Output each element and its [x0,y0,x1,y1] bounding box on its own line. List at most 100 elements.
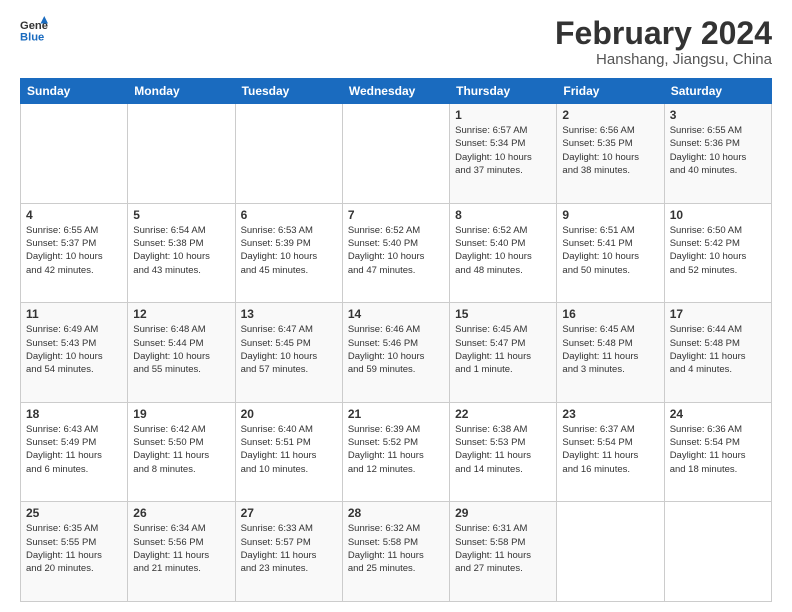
day-number: 15 [455,307,551,321]
calendar-cell: 9 Sunrise: 6:51 AMSunset: 5:41 PMDaylight… [557,203,664,303]
day-number: 7 [348,208,444,222]
day-info: Sunrise: 6:54 AMSunset: 5:38 PMDaylight:… [133,224,229,277]
calendar-cell: 24Sunrise: 6:36 AMSunset: 5:54 PMDayligh… [664,402,771,502]
day-info: Sunrise: 6:42 AMSunset: 5:50 PMDaylight:… [133,423,229,476]
col-saturday: Saturday [664,79,771,104]
calendar-cell: 10 Sunrise: 6:50 AMSunset: 5:42 PMDayligh… [664,203,771,303]
day-info: Sunrise: 6:31 AMSunset: 5:58 PMDaylight:… [455,522,551,575]
col-thursday: Thursday [450,79,557,104]
calendar-cell: 29 Sunrise: 6:31 AMSunset: 5:58 PMDayligh… [450,502,557,602]
day-info: Sunrise: 6:43 AMSunset: 5:49 PMDaylight:… [26,423,122,476]
day-info: Sunrise: 6:44 AMSunset: 5:48 PMDaylight:… [670,323,766,376]
day-info: Sunrise: 6:32 AMSunset: 5:58 PMDaylight:… [348,522,444,575]
day-number: 25 [26,506,122,520]
calendar-cell: 27 Sunrise: 6:33 AMSunset: 5:57 PMDayligh… [235,502,342,602]
calendar-cell: 11Sunrise: 6:49 AMSunset: 5:43 PMDayligh… [21,303,128,403]
day-info: Sunrise: 6:55 AMSunset: 5:37 PMDaylight:… [26,224,122,277]
month-title: February 2024 [555,16,772,51]
col-monday: Monday [128,79,235,104]
day-number: 18 [26,407,122,421]
calendar-cell: 16Sunrise: 6:45 AMSunset: 5:48 PMDayligh… [557,303,664,403]
day-number: 2 [562,108,658,122]
calendar-cell: 20 Sunrise: 6:40 AMSunset: 5:51 PMDayligh… [235,402,342,502]
day-number: 14 [348,307,444,321]
calendar-cell: 4 Sunrise: 6:55 AMSunset: 5:37 PMDaylight… [21,203,128,303]
day-number: 28 [348,506,444,520]
day-number: 19 [133,407,229,421]
day-number: 9 [562,208,658,222]
calendar-week-3: 18 Sunrise: 6:43 AMSunset: 5:49 PMDayligh… [21,402,772,502]
day-info: Sunrise: 6:55 AMSunset: 5:36 PMDaylight:… [670,124,766,177]
col-sunday: Sunday [21,79,128,104]
calendar-cell: 26 Sunrise: 6:34 AMSunset: 5:56 PMDayligh… [128,502,235,602]
day-number: 23 [562,407,658,421]
day-number: 26 [133,506,229,520]
day-info: Sunrise: 6:40 AMSunset: 5:51 PMDaylight:… [241,423,337,476]
calendar-table: Sunday Monday Tuesday Wednesday Thursday… [20,78,772,602]
calendar-cell: 13 Sunrise: 6:47 AMSunset: 5:45 PMDayligh… [235,303,342,403]
calendar-cell [664,502,771,602]
calendar-cell: 17 Sunrise: 6:44 AMSunset: 5:48 PMDayligh… [664,303,771,403]
day-number: 12 [133,307,229,321]
day-number: 21 [348,407,444,421]
calendar-cell: 23 Sunrise: 6:37 AMSunset: 5:54 PMDayligh… [557,402,664,502]
calendar-cell: 28 Sunrise: 6:32 AMSunset: 5:58 PMDayligh… [342,502,449,602]
logo-icon: General Blue [20,16,48,44]
calendar-cell: 15 Sunrise: 6:45 AMSunset: 5:47 PMDayligh… [450,303,557,403]
calendar-cell: 2 Sunrise: 6:56 AMSunset: 5:35 PMDaylight… [557,104,664,204]
logo: General Blue [20,16,48,44]
calendar-cell: 5 Sunrise: 6:54 AMSunset: 5:38 PMDaylight… [128,203,235,303]
day-number: 8 [455,208,551,222]
title-section: February 2024 Hanshang, Jiangsu, China [555,16,772,68]
day-info: Sunrise: 6:37 AMSunset: 5:54 PMDaylight:… [562,423,658,476]
calendar-header-row: Sunday Monday Tuesday Wednesday Thursday… [21,79,772,104]
day-info: Sunrise: 6:52 AMSunset: 5:40 PMDaylight:… [348,224,444,277]
day-number: 22 [455,407,551,421]
day-number: 4 [26,208,122,222]
day-number: 5 [133,208,229,222]
day-number: 6 [241,208,337,222]
calendar-cell: 25 Sunrise: 6:35 AMSunset: 5:55 PMDayligh… [21,502,128,602]
calendar-cell: 8Sunrise: 6:52 AMSunset: 5:40 PMDaylight… [450,203,557,303]
day-info: Sunrise: 6:39 AMSunset: 5:52 PMDaylight:… [348,423,444,476]
page: General Blue February 2024 Hanshang, Jia… [0,0,792,612]
calendar-cell: 6 Sunrise: 6:53 AMSunset: 5:39 PMDaylight… [235,203,342,303]
calendar-week-2: 11Sunrise: 6:49 AMSunset: 5:43 PMDayligh… [21,303,772,403]
calendar-cell [128,104,235,204]
day-info: Sunrise: 6:33 AMSunset: 5:57 PMDaylight:… [241,522,337,575]
calendar-week-0: 1Sunrise: 6:57 AMSunset: 5:34 PMDaylight… [21,104,772,204]
calendar-week-4: 25 Sunrise: 6:35 AMSunset: 5:55 PMDayligh… [21,502,772,602]
day-info: Sunrise: 6:45 AMSunset: 5:47 PMDaylight:… [455,323,551,376]
location: Hanshang, Jiangsu, China [555,51,772,68]
day-number: 13 [241,307,337,321]
col-friday: Friday [557,79,664,104]
day-info: Sunrise: 6:53 AMSunset: 5:39 PMDaylight:… [241,224,337,277]
day-info: Sunrise: 6:48 AMSunset: 5:44 PMDaylight:… [133,323,229,376]
calendar-cell: 18 Sunrise: 6:43 AMSunset: 5:49 PMDayligh… [21,402,128,502]
day-number: 29 [455,506,551,520]
day-info: Sunrise: 6:46 AMSunset: 5:46 PMDaylight:… [348,323,444,376]
day-info: Sunrise: 6:34 AMSunset: 5:56 PMDaylight:… [133,522,229,575]
header: General Blue February 2024 Hanshang, Jia… [20,16,772,68]
svg-text:Blue: Blue [20,31,44,43]
day-info: Sunrise: 6:35 AMSunset: 5:55 PMDaylight:… [26,522,122,575]
calendar-cell: 21 Sunrise: 6:39 AMSunset: 5:52 PMDayligh… [342,402,449,502]
day-info: Sunrise: 6:50 AMSunset: 5:42 PMDaylight:… [670,224,766,277]
calendar-cell: 22 Sunrise: 6:38 AMSunset: 5:53 PMDayligh… [450,402,557,502]
calendar-cell: 14 Sunrise: 6:46 AMSunset: 5:46 PMDayligh… [342,303,449,403]
day-number: 27 [241,506,337,520]
day-info: Sunrise: 6:45 AMSunset: 5:48 PMDaylight:… [562,323,658,376]
day-number: 1 [455,108,551,122]
day-number: 10 [670,208,766,222]
calendar-cell: 3Sunrise: 6:55 AMSunset: 5:36 PMDaylight… [664,104,771,204]
calendar-cell [21,104,128,204]
day-info: Sunrise: 6:47 AMSunset: 5:45 PMDaylight:… [241,323,337,376]
day-info: Sunrise: 6:38 AMSunset: 5:53 PMDaylight:… [455,423,551,476]
col-wednesday: Wednesday [342,79,449,104]
day-info: Sunrise: 6:51 AMSunset: 5:41 PMDaylight:… [562,224,658,277]
calendar-week-1: 4 Sunrise: 6:55 AMSunset: 5:37 PMDaylight… [21,203,772,303]
day-info: Sunrise: 6:56 AMSunset: 5:35 PMDaylight:… [562,124,658,177]
day-number: 24 [670,407,766,421]
day-number: 17 [670,307,766,321]
day-number: 20 [241,407,337,421]
